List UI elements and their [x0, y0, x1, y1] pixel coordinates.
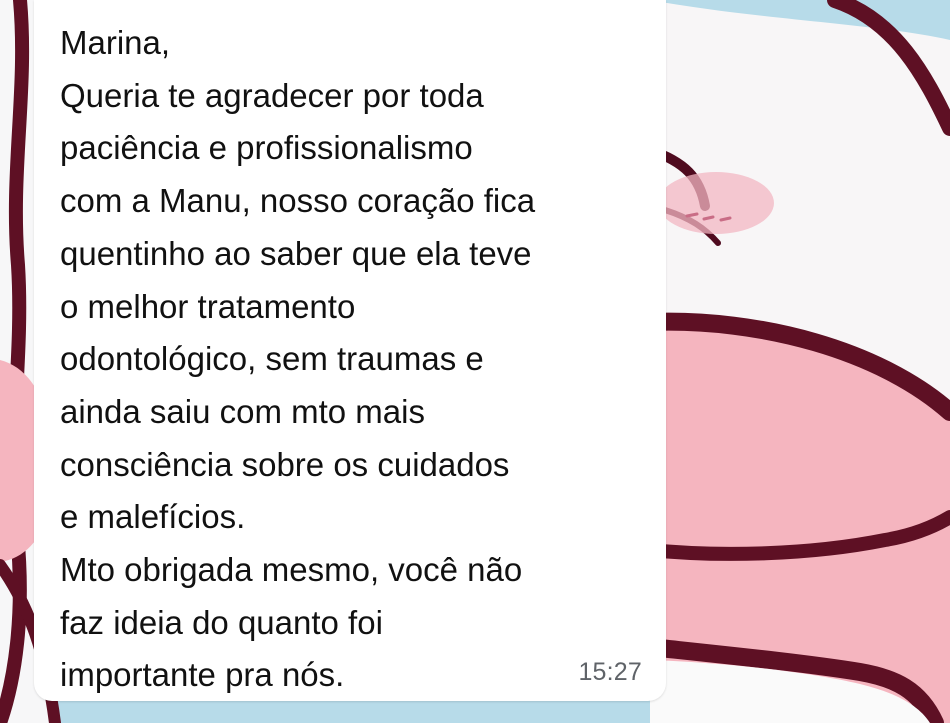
message-line: ainda saiu com mto mais	[60, 392, 425, 430]
message-line: importante pra nós.	[60, 656, 345, 694]
message-line: Queria te agradecer por toda	[60, 76, 484, 114]
message-text: Marina, Queria te agradecer por toda pac…	[60, 17, 650, 702]
message-bubble[interactable]: Marina, Queria te agradecer por toda pac…	[34, 0, 666, 701]
message-timestamp: 15:27	[578, 658, 642, 686]
message-line: Marina,	[60, 24, 171, 61]
message-line: faz ideia do quanto foi	[60, 603, 383, 641]
message-line: Mto obrigada mesmo, você não	[60, 551, 523, 589]
message-line: o melhor tratamento	[60, 287, 356, 325]
message-line: quentinho ao saber que ela teve	[60, 234, 532, 272]
message-line: paciência e profissionalismo	[60, 129, 473, 167]
message-line: e malefícios.	[60, 498, 246, 536]
right-character-cheek-blush	[658, 172, 774, 234]
message-line: com a Manu, nosso coração fica	[60, 182, 536, 220]
message-line: odontológico, sem traumas e	[60, 340, 484, 378]
message-line: consciência sobre os cuidados	[60, 445, 510, 483]
